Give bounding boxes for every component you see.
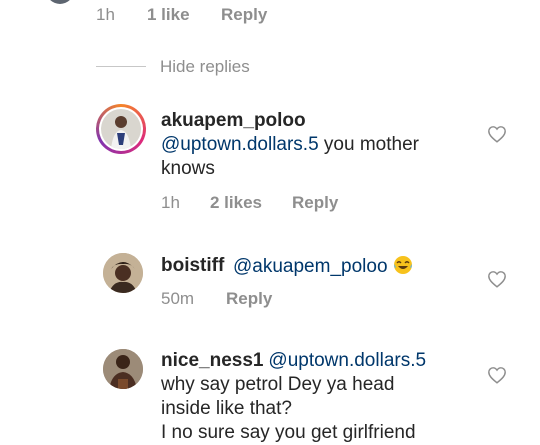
- hide-replies-label[interactable]: Hide replies: [160, 57, 250, 76]
- comment-time: 1h: [96, 5, 115, 24]
- likes-count[interactable]: 2 likes: [210, 193, 262, 213]
- avatar-top-comment[interactable]: [46, 0, 74, 4]
- reply-button[interactable]: Reply: [226, 289, 272, 309]
- top-comment-likes[interactable]: 1 like: [147, 5, 190, 25]
- mention-link[interactable]: @uptown.dollars.5: [161, 134, 319, 155]
- avatar-nice-ness1[interactable]: [103, 349, 143, 389]
- comment-time: 1h: [161, 193, 180, 212]
- profile-photo: [103, 253, 143, 293]
- heart-icon[interactable]: [487, 366, 507, 389]
- comment-text: @akuapem_poloo: [233, 255, 413, 279]
- profile-photo: [103, 349, 143, 389]
- comment-text: @uptown.dollars.5 you mother knows: [161, 133, 461, 181]
- mention-link[interactable]: @akuapem_poloo: [233, 256, 388, 277]
- likes-count[interactable]: 1 like: [147, 5, 190, 24]
- username[interactable]: boistiff: [161, 255, 224, 277]
- reply-label[interactable]: Reply: [221, 5, 267, 24]
- comment-text-line: knows: [161, 158, 215, 179]
- mention-link[interactable]: @uptown.dollars.5: [268, 350, 426, 371]
- laughing-emoji-icon: [393, 255, 413, 275]
- profile-photo: [101, 109, 141, 149]
- heart-icon[interactable]: [487, 125, 507, 148]
- hide-replies-button[interactable]: Hide replies: [160, 57, 250, 77]
- reply-button[interactable]: Reply: [221, 5, 267, 25]
- avatar-akuapem-poloo[interactable]: [96, 104, 146, 154]
- username[interactable]: akuapem_poloo: [161, 110, 306, 132]
- comment-text: nice_ness1 @uptown.dollars.5 why say pet…: [161, 349, 501, 445]
- avatar-boistiff[interactable]: [103, 253, 143, 293]
- heart-icon[interactable]: [487, 270, 507, 293]
- hide-replies-line: [96, 66, 146, 67]
- comment-time: 50m: [161, 289, 195, 308]
- comment-text-line: inside like that?: [161, 398, 292, 419]
- comment-text-line: why say petrol Dey ya head: [161, 374, 395, 395]
- comment-text-line: you mother: [318, 134, 419, 155]
- reply-button[interactable]: Reply: [292, 193, 338, 213]
- top-comment-meta: 1h: [96, 5, 115, 25]
